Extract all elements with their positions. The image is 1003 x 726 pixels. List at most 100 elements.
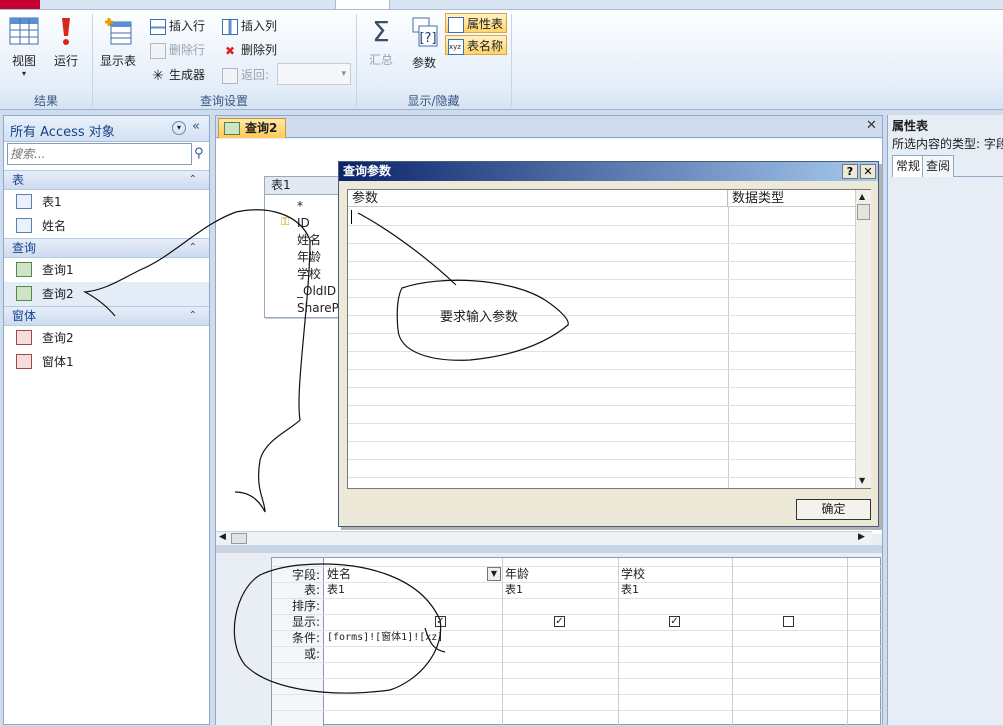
totals-button[interactable]: Σ 汇总 [364, 16, 398, 68]
table-cell[interactable]: 表1 [619, 582, 639, 598]
nav-item-label: 查询1 [42, 263, 74, 277]
nav-item-label: 窗体1 [42, 355, 74, 369]
parameters-grid[interactable]: 参数 数据类型 ▲ ▼ [347, 189, 871, 489]
grid-column-4[interactable] [733, 558, 848, 726]
scroll-thumb[interactable] [231, 533, 247, 544]
text-cursor [351, 210, 352, 224]
nav-section-forms[interactable]: 窗体 ⌃ [4, 306, 209, 326]
pane-splitter[interactable] [216, 545, 882, 553]
field-item[interactable]: ID [297, 215, 310, 232]
nav-section-queries[interactable]: 查询 ⌃ [4, 238, 209, 258]
field-item[interactable]: 学校 [297, 266, 321, 283]
nav-item-label: 表1 [42, 195, 62, 209]
delete-column-label: 删除列 [241, 43, 278, 57]
field-item[interactable]: ShareP [297, 300, 339, 317]
table-cell[interactable]: 表1 [325, 582, 345, 598]
close-icon[interactable]: ✕ [860, 164, 876, 179]
property-tabs: 常规 查阅 [892, 155, 1003, 177]
field-item[interactable]: _OldID [297, 283, 336, 300]
nav-item-table-2[interactable]: 姓名 [4, 214, 209, 238]
nav-search-input[interactable] [7, 143, 192, 165]
row-line [348, 423, 855, 424]
nav-item-table-1[interactable]: 表1 [4, 190, 209, 214]
nav-menu-icon[interactable]: ▾ [172, 121, 186, 135]
document-tab[interactable]: 查询2 [218, 118, 286, 138]
group-label-query-setup: 查询设置 [199, 94, 248, 108]
row-line [348, 279, 855, 280]
dialog-title-bar[interactable]: 查询参数 [339, 162, 878, 181]
show-checkbox[interactable]: ✓ [554, 616, 565, 627]
insert-row-button[interactable]: 插入行 [150, 16, 205, 36]
property-sheet-label: 属性表 [467, 17, 504, 31]
scroll-right-icon[interactable]: ▶ [858, 532, 865, 542]
search-icon[interactable]: ⚲ [194, 146, 204, 161]
insert-column-button[interactable]: 插入列 [222, 16, 277, 36]
table-cell[interactable]: 表1 [503, 582, 523, 598]
return-control: 返回: [222, 65, 269, 85]
nav-item-form-1[interactable]: 查询2 [4, 326, 209, 350]
tab-file[interactable] [0, 0, 40, 9]
form-icon [16, 330, 32, 345]
delete-column-icon: ✖ [224, 43, 236, 58]
ribbon: 视图 ▾ 运行 结果 显示表 插入行 删除行 ✳ 生成器 插入列 ✖ 删除列 返回:… [0, 10, 1003, 110]
close-icon[interactable]: ✕ [866, 118, 877, 133]
property-sheet-button[interactable]: 属性表 [445, 13, 507, 33]
table-names-icon: xyz [448, 38, 464, 55]
scroll-thumb[interactable] [857, 204, 870, 220]
return-dropdown[interactable]: ▾ [277, 63, 351, 85]
property-sheet-title: 属性表 [892, 119, 929, 133]
document-tab-label: 查询2 [245, 121, 278, 135]
grid-column-1[interactable]: 姓名 ▼ 表1 ✓ [forms]![窗体1]![xz] [325, 558, 503, 726]
nav-item-query-1[interactable]: 查询1 [4, 258, 209, 282]
tab-general[interactable]: 常规 [892, 155, 925, 177]
builder-button[interactable]: ✳ 生成器 [150, 65, 205, 85]
scroll-left-icon[interactable]: ◀ [219, 532, 226, 542]
row-label-criteria: 条件: [291, 631, 320, 645]
show-checkbox[interactable] [783, 616, 794, 627]
grid-column-2[interactable]: 年龄 表1 ✓ [503, 558, 619, 726]
collapse-pane-icon[interactable]: « [192, 119, 200, 134]
field-cell[interactable]: 学校 [619, 566, 645, 582]
show-checkbox[interactable]: ✓ [435, 616, 446, 627]
delete-row-button[interactable]: 删除行 [150, 40, 205, 60]
show-checkbox[interactable]: ✓ [669, 616, 680, 627]
tab-design[interactable] [335, 0, 390, 9]
row-line [348, 315, 855, 316]
ribbon-tab-strip [0, 0, 1003, 10]
parameters-icon: [?] [412, 17, 438, 47]
field-cell[interactable]: 年龄 [503, 566, 529, 582]
form-icon [16, 354, 32, 369]
nav-section-tables[interactable]: 表 ⌃ [4, 170, 209, 190]
row-line [348, 261, 855, 262]
field-item[interactable]: 年龄 [297, 249, 321, 266]
row-line [348, 477, 855, 478]
grid-column-3[interactable]: 学校 表1 ✓ [619, 558, 733, 726]
parameters-button[interactable]: [?] 参数 [405, 16, 443, 71]
view-button[interactable]: 视图 ▾ [6, 16, 42, 78]
nav-item-query-2[interactable]: 查询2 [4, 282, 209, 306]
show-table-icon [105, 18, 132, 45]
horizontal-scrollbar[interactable]: ◀ ▶ [216, 531, 872, 545]
scroll-up-icon[interactable]: ▲ [859, 192, 865, 201]
show-table-button[interactable]: 显示表 [96, 16, 140, 69]
delete-column-button[interactable]: ✖ 删除列 [222, 40, 277, 60]
field-cell[interactable]: 姓名 [325, 566, 502, 582]
field-item[interactable]: 姓名 [297, 232, 321, 249]
run-button[interactable]: 运行 [50, 16, 82, 69]
row-label-table: 表: [303, 583, 320, 597]
dropdown-arrow-icon[interactable]: ▼ [487, 567, 501, 581]
parameters-label: 参数 [411, 56, 436, 70]
table-names-button[interactable]: xyz 表名称 [445, 35, 507, 55]
tab-lookup[interactable]: 查阅 [922, 155, 955, 177]
ok-button[interactable]: 确定 [796, 499, 871, 520]
field-item[interactable]: * [297, 198, 303, 215]
nav-item-form-2[interactable]: 窗体1 [4, 350, 209, 374]
return-label: 返回: [241, 68, 270, 82]
scroll-down-icon[interactable]: ▼ [859, 476, 865, 485]
nav-header[interactable]: 所有 Access 对象 ▾ « [4, 116, 209, 142]
svg-text:[?]: [?] [419, 31, 436, 46]
vertical-scrollbar[interactable]: ▲ ▼ [855, 190, 871, 488]
criteria-cell[interactable]: [forms]![窗体1]![xz] [325, 630, 443, 646]
help-button[interactable]: ? [842, 164, 858, 179]
annotation-text: 要求输入参数 [440, 310, 519, 325]
